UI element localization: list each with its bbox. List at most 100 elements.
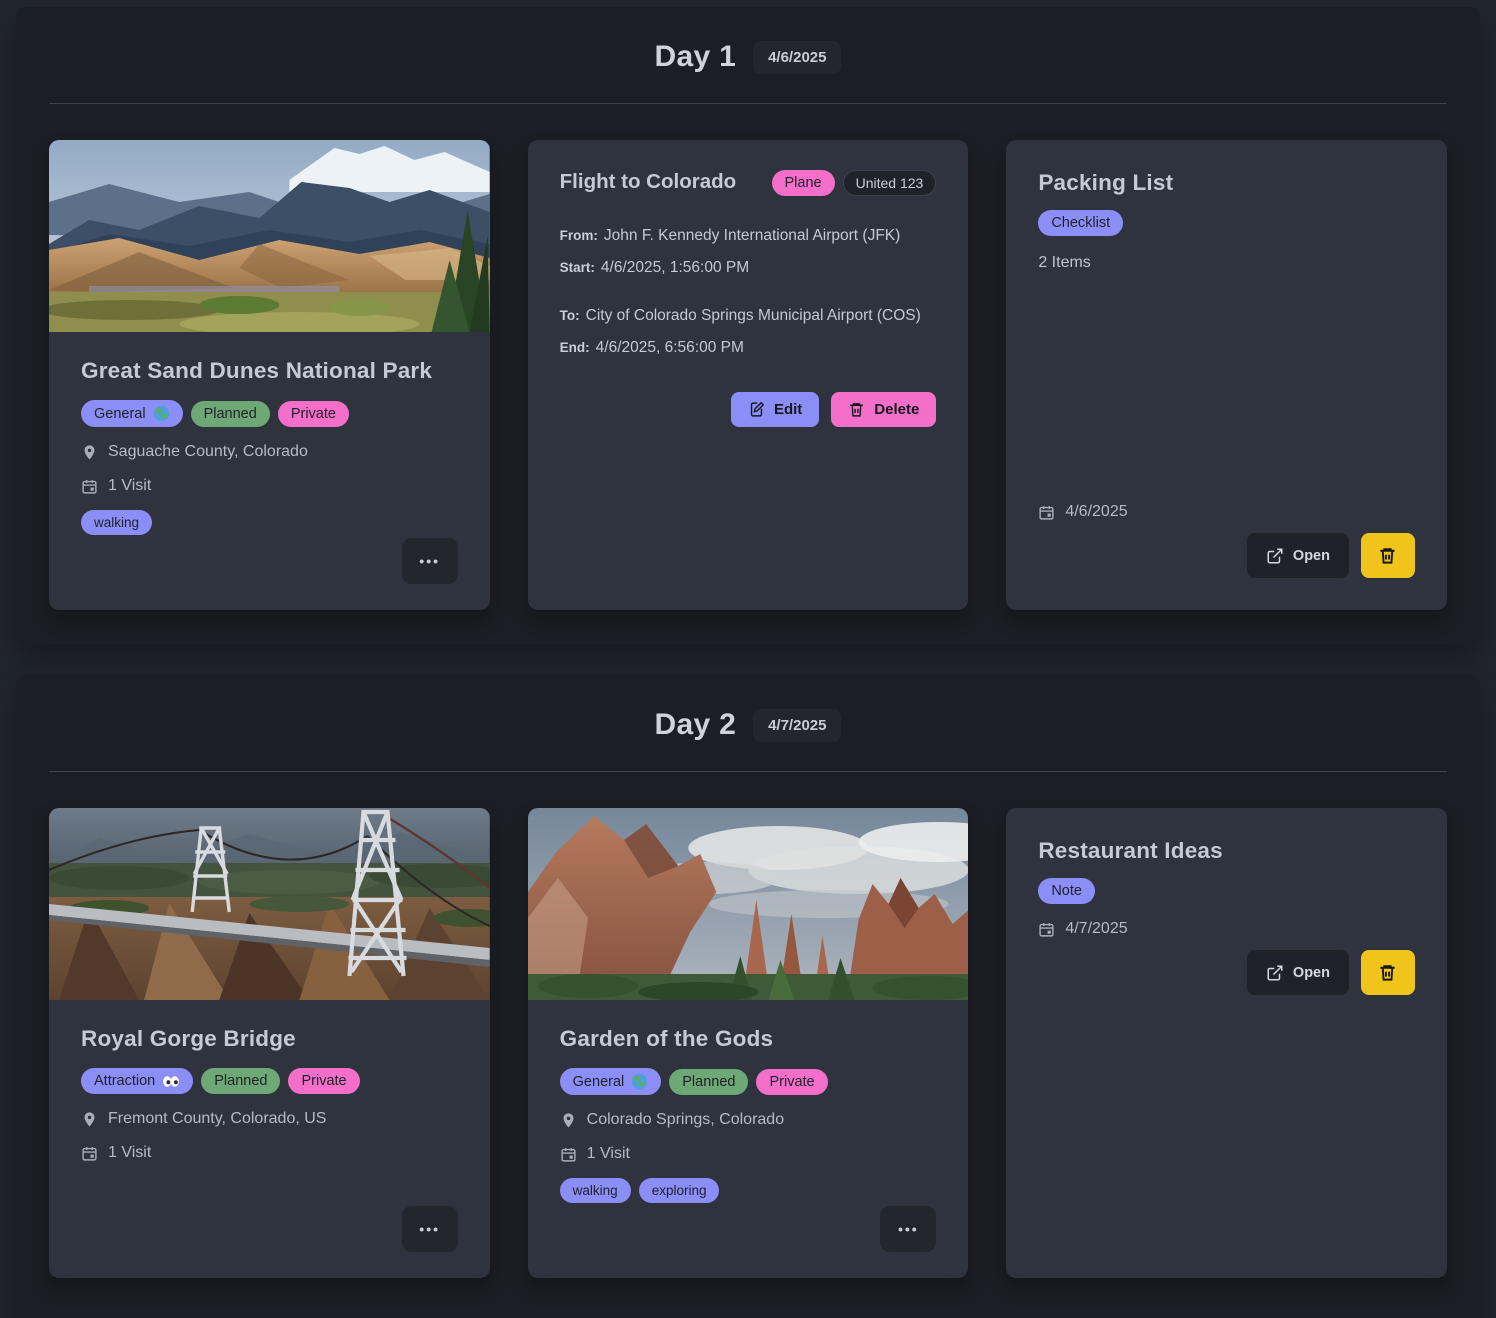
activity-tags: walking exploring bbox=[560, 1178, 937, 1203]
place-badges: Attraction Planned Private bbox=[81, 1068, 458, 1094]
open-button[interactable]: Open bbox=[1247, 950, 1349, 995]
start-value: 4/6/2025, 1:56:00 PM bbox=[601, 259, 749, 276]
checklist-date: 4/6/2025 bbox=[1065, 503, 1127, 521]
checklist-title: Packing List bbox=[1038, 170, 1415, 196]
trash-icon bbox=[1378, 546, 1397, 565]
visits-text: 1 Visit bbox=[587, 1145, 630, 1163]
checklist-card-packing-list: Packing List Checklist 2 Items 4/6/2025 … bbox=[1006, 140, 1447, 610]
start-label: Start: bbox=[560, 260, 595, 275]
note-title: Restaurant Ideas bbox=[1038, 838, 1415, 864]
note-type-badge: Note bbox=[1038, 878, 1095, 904]
to-row: To: City of Colorado Springs Municipal Ai… bbox=[560, 306, 937, 326]
eyes-icon bbox=[162, 1075, 180, 1088]
activity-tag: walking bbox=[81, 510, 152, 535]
activity-tags: walking bbox=[81, 510, 458, 535]
visits-text: 1 Visit bbox=[108, 477, 151, 495]
transport-type-badge: Plane bbox=[772, 170, 835, 196]
end-value: 4/6/2025, 6:56:00 PM bbox=[596, 339, 744, 356]
visits-row: 1 Visit bbox=[81, 1144, 458, 1162]
delete-button[interactable]: Delete bbox=[831, 392, 936, 427]
great-sand-dunes-photo bbox=[49, 140, 490, 332]
place-badges: General Planned Private bbox=[560, 1068, 937, 1095]
status-badge: Planned bbox=[669, 1069, 748, 1095]
activity-tag: walking bbox=[560, 1178, 631, 1203]
privacy-badge: Private bbox=[288, 1068, 359, 1094]
note-card-restaurant-ideas: Restaurant Ideas Note 4/7/2025 Open bbox=[1006, 808, 1447, 1278]
map-pin-icon bbox=[81, 444, 98, 461]
from-value: John F. Kennedy International Airport (J… bbox=[604, 227, 900, 244]
place-badges: General Planned Private bbox=[81, 400, 458, 427]
edit-button[interactable]: Edit bbox=[731, 392, 819, 427]
activity-tag: exploring bbox=[639, 1178, 720, 1203]
transport-card-body: Flight to Colorado Plane United 123 From… bbox=[528, 140, 969, 610]
trash-icon bbox=[1378, 963, 1397, 982]
checklist-type-badge: Checklist bbox=[1038, 210, 1123, 236]
globe-icon bbox=[631, 1073, 648, 1090]
location-text: Saguache County, Colorado bbox=[108, 443, 308, 461]
category-badge: General bbox=[81, 400, 183, 427]
items-count: 2 Items bbox=[1038, 254, 1415, 272]
end-label: End: bbox=[560, 340, 590, 355]
start-row: Start: 4/6/2025, 1:56:00 PM bbox=[560, 258, 937, 278]
location-row: Colorado Springs, Colorado bbox=[560, 1111, 937, 1129]
day-title: Day 2 bbox=[655, 708, 737, 742]
note-date-row: 4/7/2025 bbox=[1038, 920, 1415, 938]
visits-text: 1 Visit bbox=[108, 1144, 151, 1162]
external-link-icon bbox=[1266, 964, 1284, 982]
location-text: Fremont County, Colorado, US bbox=[108, 1110, 326, 1128]
note-card-body: Restaurant Ideas Note 4/7/2025 Open bbox=[1006, 808, 1447, 1278]
category-badge: General bbox=[560, 1068, 662, 1095]
visits-row: 1 Visit bbox=[81, 477, 458, 495]
place-title: Royal Gorge Bridge bbox=[81, 1026, 458, 1052]
calendar-icon bbox=[81, 1145, 98, 1162]
to-value: City of Colorado Springs Municipal Airpo… bbox=[586, 307, 921, 324]
visits-row: 1 Visit bbox=[560, 1145, 937, 1163]
privacy-badge: Private bbox=[756, 1069, 827, 1095]
status-badge: Planned bbox=[201, 1068, 280, 1094]
calendar-icon bbox=[81, 478, 98, 495]
day-1-header: Day 1 4/6/2025 bbox=[16, 7, 1480, 77]
garden-of-the-gods-photo bbox=[528, 808, 969, 1000]
day-title: Day 1 bbox=[655, 40, 737, 74]
location-text: Colorado Springs, Colorado bbox=[587, 1111, 784, 1129]
flight-number-badge: United 123 bbox=[843, 170, 937, 196]
day-2-header: Day 2 4/7/2025 bbox=[16, 675, 1480, 745]
location-row: Fremont County, Colorado, US bbox=[81, 1110, 458, 1128]
more-options-button[interactable]: ••• bbox=[880, 1206, 936, 1252]
to-label: To: bbox=[560, 308, 580, 323]
place-card-body: Royal Gorge Bridge Attraction Planned Pr… bbox=[49, 1000, 490, 1278]
map-pin-icon bbox=[560, 1112, 577, 1129]
transport-title: Flight to Colorado bbox=[560, 170, 737, 194]
checklist-card-body: Packing List Checklist 2 Items 4/6/2025 … bbox=[1006, 140, 1447, 610]
day-1-section: Day 1 4/6/2025 bbox=[16, 7, 1480, 644]
map-pin-icon bbox=[81, 1111, 98, 1128]
day-2-section: Day 2 4/7/2025 bbox=[16, 675, 1480, 1318]
place-card-garden-of-the-gods: Garden of the Gods General Planned Priva… bbox=[528, 808, 969, 1278]
status-badge: Planned bbox=[191, 401, 270, 427]
calendar-icon bbox=[1038, 921, 1055, 938]
day-date-badge: 4/7/2025 bbox=[753, 709, 841, 742]
open-button[interactable]: Open bbox=[1247, 533, 1349, 578]
more-options-button[interactable]: ••• bbox=[402, 1206, 458, 1252]
delete-checklist-button[interactable] bbox=[1361, 533, 1415, 578]
day-date-badge: 4/6/2025 bbox=[753, 41, 841, 74]
end-row: End: 4/6/2025, 6:56:00 PM bbox=[560, 338, 937, 358]
more-options-button[interactable]: ••• bbox=[402, 538, 458, 584]
day-2-cards-row: Royal Gorge Bridge Attraction Planned Pr… bbox=[16, 772, 1480, 1278]
day-1-cards-row: Great Sand Dunes National Park General P… bbox=[16, 104, 1480, 610]
place-title: Garden of the Gods bbox=[560, 1026, 937, 1052]
checklist-date-row: 4/6/2025 bbox=[1038, 503, 1415, 521]
place-card-body: Garden of the Gods General Planned Priva… bbox=[528, 1000, 969, 1278]
trash-icon bbox=[848, 401, 865, 418]
transport-card-flight: Flight to Colorado Plane United 123 From… bbox=[528, 140, 969, 610]
note-date: 4/7/2025 bbox=[1065, 920, 1127, 938]
from-label: From: bbox=[560, 228, 598, 243]
delete-note-button[interactable] bbox=[1361, 950, 1415, 995]
place-card-great-sand-dunes: Great Sand Dunes National Park General P… bbox=[49, 140, 490, 610]
globe-icon bbox=[153, 405, 170, 422]
from-row: From: John F. Kennedy International Airpo… bbox=[560, 226, 937, 246]
place-card-body: Great Sand Dunes National Park General P… bbox=[49, 332, 490, 610]
calendar-icon bbox=[1038, 504, 1055, 521]
place-title: Great Sand Dunes National Park bbox=[81, 358, 458, 384]
location-row: Saguache County, Colorado bbox=[81, 443, 458, 461]
